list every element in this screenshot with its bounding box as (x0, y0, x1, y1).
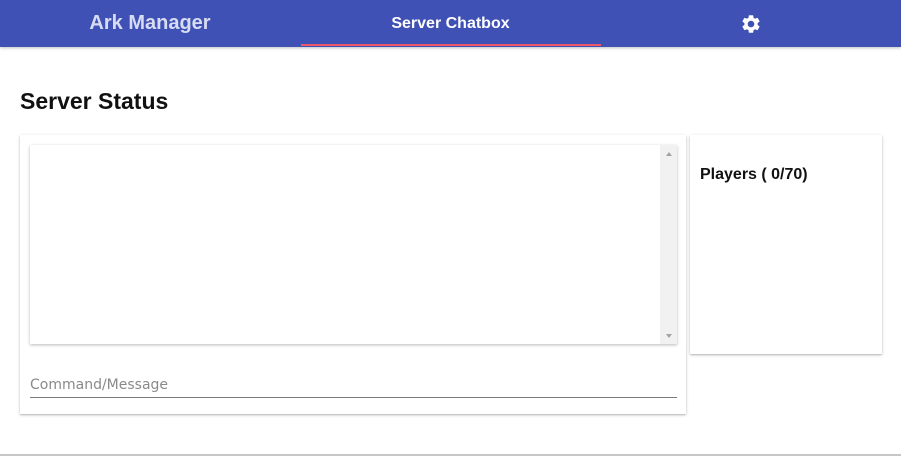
scroll-up-button[interactable] (660, 145, 677, 162)
scroll-down-button[interactable] (660, 327, 677, 344)
settings-button[interactable] (601, 0, 901, 47)
tab-server-chatbox[interactable]: Server Chatbox (300, 0, 601, 47)
chatbox-card (20, 135, 686, 414)
active-tab-indicator (301, 44, 601, 46)
chat-log[interactable] (30, 145, 677, 344)
scroll-down-icon (665, 333, 672, 338)
players-count-heading: Players ( 0/70) (700, 166, 808, 183)
top-navbar: Ark Manager Server Chatbox (0, 0, 901, 47)
command-message-input[interactable] (30, 372, 677, 398)
players-card: Players ( 0/70) (690, 135, 882, 354)
app-brand[interactable]: Ark Manager (0, 0, 300, 47)
scroll-up-icon (665, 151, 672, 156)
footer-divider (0, 454, 901, 456)
page-title: Server Status (20, 88, 169, 114)
chat-log-scrollbar[interactable] (660, 145, 677, 344)
gear-icon (742, 14, 760, 33)
